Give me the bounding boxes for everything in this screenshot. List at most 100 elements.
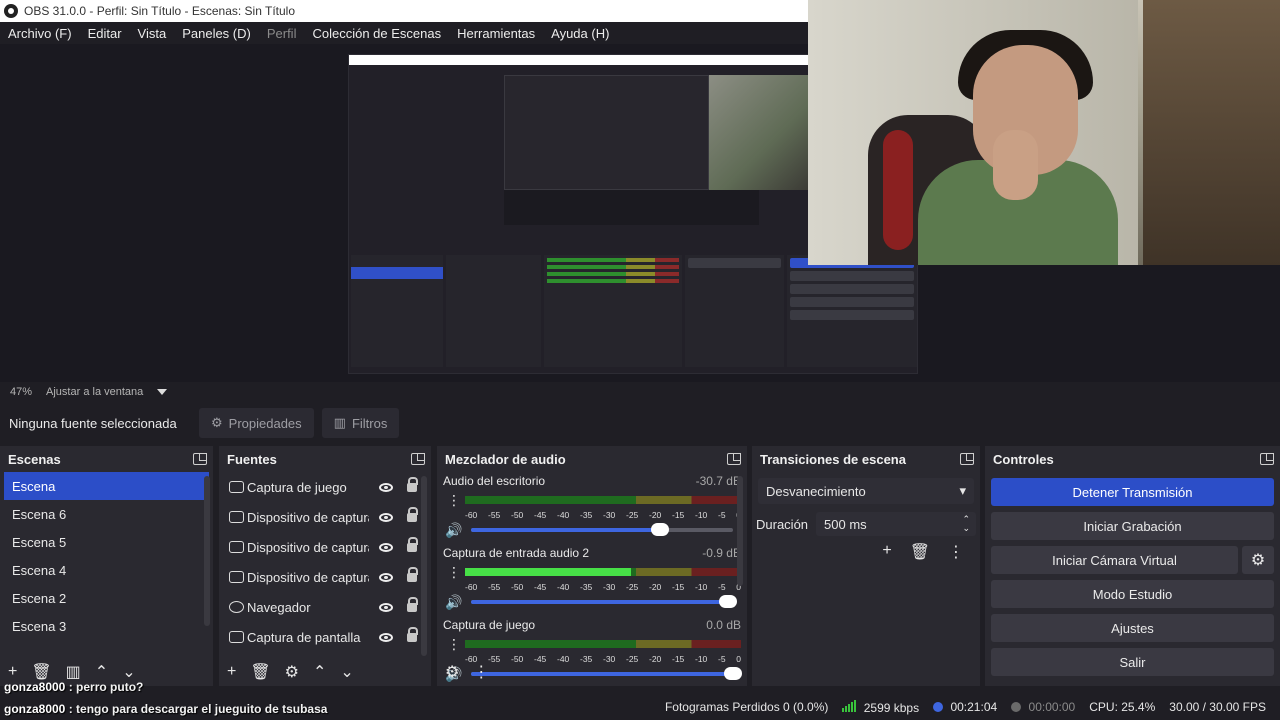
chat-message: gonza8000 : perro puto? <box>4 680 143 694</box>
speaker-icon[interactable]: 🔊 <box>443 522 465 539</box>
source-item[interactable]: Captura de juego <box>219 472 431 502</box>
chevron-down-icon[interactable] <box>157 389 168 395</box>
menu-ayuda[interactable]: Ayuda (H) <box>543 26 617 41</box>
source-item[interactable]: Dispositivo de captura <box>219 562 431 592</box>
channel-db: -30.7 dB <box>695 474 741 488</box>
zoom-percent: 47% <box>10 386 33 398</box>
eye-icon[interactable] <box>379 572 393 582</box>
menu-paneles[interactable]: Paneles (D) <box>174 26 259 41</box>
meter-tick-label: -25 <box>626 582 639 592</box>
fps: 30.00 / 30.00 FPS <box>1169 700 1266 714</box>
kebab-menu-icon[interactable]: ⋮ <box>948 542 964 562</box>
source-item[interactable]: Dispositivo de captura <box>219 502 431 532</box>
gear-icon[interactable]: ⚙ <box>445 662 459 682</box>
sources-dock: Fuentes Captura de juego Dispositivo de … <box>219 446 431 686</box>
add-transition-icon[interactable]: + <box>882 542 891 562</box>
kebab-menu-icon[interactable]: ⋮ <box>443 492 465 509</box>
trash-icon[interactable]: 🗑 <box>31 662 51 682</box>
bitrate: 2599 kbps <box>863 700 920 715</box>
volume-knob[interactable] <box>718 595 737 608</box>
gear-icon[interactable]: ⚙ <box>1242 546 1274 574</box>
sources-scrollbar[interactable] <box>421 476 427 656</box>
volume-slider[interactable] <box>471 523 733 536</box>
menu-coleccion[interactable]: Colección de Escenas <box>304 26 449 41</box>
chevron-up-icon[interactable]: ⌃ <box>95 662 108 682</box>
mixer-scrollbar[interactable] <box>737 476 743 586</box>
lock-icon[interactable] <box>407 626 418 642</box>
menu-vista[interactable]: Vista <box>130 26 175 41</box>
channel-name: Audio del escritorio <box>443 474 546 488</box>
scene-item[interactable]: Escena 4 <box>4 556 209 584</box>
scene-item[interactable]: Escena <box>4 472 209 500</box>
meter-tick-label: -20 <box>649 510 662 520</box>
add-scene-icon[interactable]: + <box>8 663 17 681</box>
chevron-up-icon[interactable]: ⌃ <box>313 662 326 682</box>
meter-ticks: -60-55-50-45-40-35-30-25-20-15-10-50 <box>465 582 741 592</box>
scene-item[interactable]: Escena 2 <box>4 584 209 612</box>
start-virtualcam-button[interactable]: Iniciar Cámara Virtual <box>991 546 1238 574</box>
source-item[interactable]: Captura de pantalla <box>219 622 431 652</box>
add-source-icon[interactable]: + <box>227 663 236 681</box>
speaker-icon[interactable]: 🔊 <box>443 594 465 611</box>
studio-mode-button[interactable]: Modo Estudio <box>991 580 1274 608</box>
exit-button[interactable]: Salir <box>991 648 1274 676</box>
controls-title: Controles <box>993 451 1054 467</box>
eye-icon[interactable] <box>379 632 393 642</box>
source-item[interactable]: Navegador <box>219 592 431 622</box>
float-dock-icon[interactable] <box>411 453 425 465</box>
filters-button[interactable]: ▥ Filtros <box>321 408 400 438</box>
meter-ticks: -60-55-50-45-40-35-30-25-20-15-10-50 <box>465 510 741 520</box>
trash-icon[interactable]: 🗑 <box>250 662 270 682</box>
zoom-fit-label[interactable]: Ajustar a la ventana <box>46 386 143 398</box>
nested-docks <box>349 255 917 367</box>
duration-spinbox[interactable]: 500 ms ⌃ ⌄ <box>816 512 976 536</box>
scene-item[interactable]: Escena 6 <box>4 500 209 528</box>
volume-slider[interactable] <box>471 595 737 608</box>
eye-icon[interactable] <box>379 602 393 612</box>
globe-icon <box>229 601 244 613</box>
source-item[interactable]: Dispositivo de captura <box>219 532 431 562</box>
chevron-down-icon[interactable]: ⌄ <box>340 662 353 682</box>
float-dock-icon[interactable] <box>960 453 974 465</box>
spin-arrows-icon[interactable]: ⌃ ⌄ <box>962 515 970 533</box>
gear-icon[interactable]: ⚙ <box>285 662 299 682</box>
scene-item[interactable]: Escena 3 <box>4 612 209 640</box>
stop-stream-button[interactable]: Detener Transmisión <box>991 478 1274 506</box>
eye-icon[interactable] <box>379 482 393 492</box>
kebab-menu-icon[interactable]: ⋮ <box>443 636 465 653</box>
transition-select[interactable]: Desvanecimiento ▾ <box>758 478 974 504</box>
mixer-channel: Captura de entrada audio 2 -0.9 dB ⋮ -60… <box>437 544 747 616</box>
lock-icon[interactable] <box>407 476 418 492</box>
volume-knob[interactable] <box>650 523 669 536</box>
scenes-scrollbar[interactable] <box>204 476 210 626</box>
lock-icon[interactable] <box>407 506 418 522</box>
eye-icon[interactable] <box>379 512 393 522</box>
filter-icon[interactable]: ▥ <box>66 662 81 682</box>
scene-item[interactable]: ya comenzamos <box>4 640 209 653</box>
menu-bar: Archivo (F) Editar Vista Paneles (D) Per… <box>0 22 808 44</box>
audio-meter <box>465 496 741 504</box>
record-time: 00:00:00 <box>1028 700 1076 714</box>
eye-icon[interactable] <box>379 542 393 552</box>
settings-button[interactable]: Ajustes <box>991 614 1274 642</box>
menu-perfil[interactable]: Perfil <box>259 26 305 41</box>
lock-icon[interactable] <box>407 566 418 582</box>
scene-item[interactable]: Escena 5 <box>4 528 209 556</box>
trash-icon[interactable]: 🗑 <box>910 542 930 562</box>
menu-herramientas[interactable]: Herramientas <box>449 26 543 41</box>
menu-archivo[interactable]: Archivo (F) <box>0 26 80 41</box>
scenes-title: Escenas <box>8 451 61 467</box>
lock-icon[interactable] <box>407 536 418 552</box>
float-dock-icon[interactable] <box>727 453 741 465</box>
kebab-menu-icon[interactable]: ⋮ <box>473 662 489 682</box>
start-record-button[interactable]: Iniciar Grabación <box>991 512 1274 540</box>
lock-icon[interactable] <box>407 596 418 612</box>
menu-editar[interactable]: Editar <box>80 26 130 41</box>
chevron-down-icon[interactable]: ⌄ <box>122 662 135 682</box>
channel-db: -0.9 dB <box>702 546 741 560</box>
float-dock-icon[interactable] <box>1260 453 1274 465</box>
properties-button[interactable]: ⚙ Propiedades <box>199 408 314 438</box>
float-dock-icon[interactable] <box>193 453 207 465</box>
kebab-menu-icon[interactable]: ⋮ <box>443 564 465 581</box>
camera-icon <box>229 511 244 523</box>
